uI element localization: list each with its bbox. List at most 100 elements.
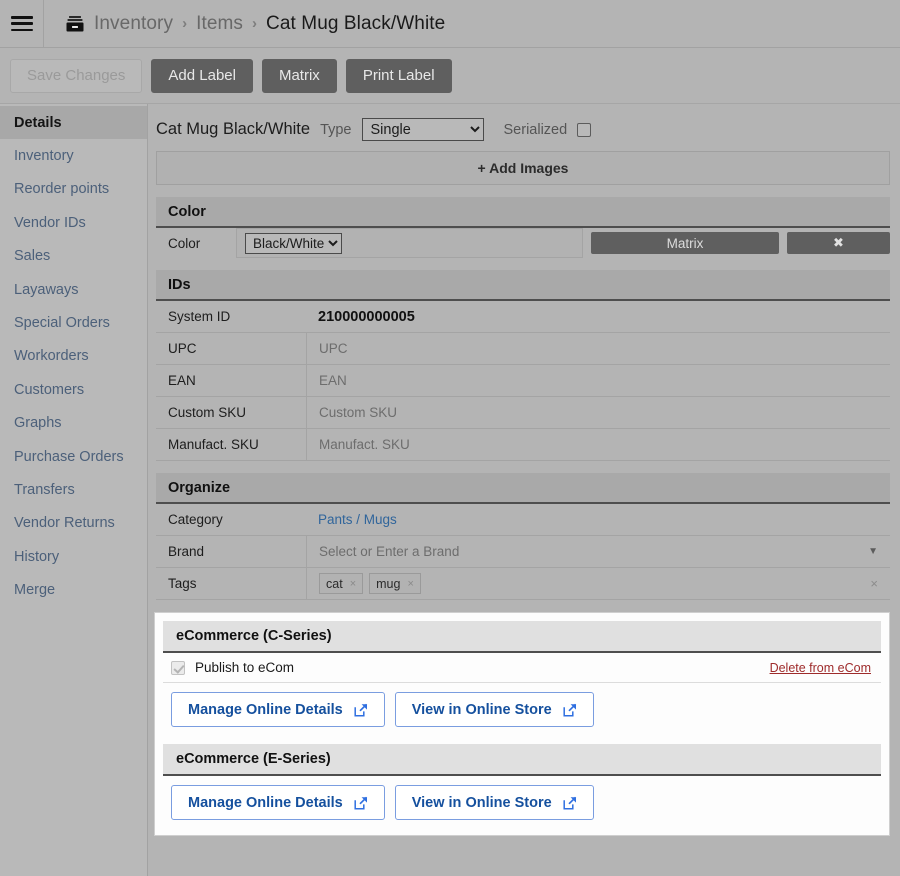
- publish-to-ecom-checkbox[interactable]: [171, 660, 185, 675]
- print-label-button[interactable]: Print Label: [345, 58, 452, 93]
- row-value-custom-sku[interactable]: Custom SKU: [306, 397, 890, 428]
- color-matrix-button[interactable]: Matrix: [591, 232, 779, 254]
- matrix-button[interactable]: Matrix: [261, 58, 337, 93]
- sidebar-item-customers[interactable]: Customers: [0, 373, 147, 406]
- breadcrumb-item-inventory[interactable]: Inventory: [94, 13, 173, 35]
- manage-online-details-button-c-series[interactable]: Manage Online Details: [171, 692, 385, 727]
- color-select[interactable]: Black/White: [245, 232, 342, 254]
- chevron-down-icon[interactable]: ▼: [868, 546, 878, 557]
- details-pane: Cat Mug Black/White Type Single Serializ…: [148, 104, 900, 876]
- ecommerce-card: eCommerce (C-Series) Publish to eCom Del…: [154, 612, 890, 836]
- row-label-brand: Brand: [168, 544, 205, 559]
- row-value-upc[interactable]: UPC: [306, 333, 890, 364]
- delete-from-ecom-link[interactable]: Delete from eCom: [770, 661, 871, 675]
- sidebar-item-vendor-returns[interactable]: Vendor Returns: [0, 507, 147, 540]
- system-id-value: 210000000005: [318, 308, 415, 325]
- publish-to-ecom-label: Publish to eCom: [195, 660, 295, 675]
- row-label-category: Category: [168, 512, 223, 527]
- color-row: Color Black/White Matrix ✖: [156, 228, 890, 258]
- serialized-label: Serialized: [503, 121, 568, 138]
- ean-placeholder: EAN: [319, 373, 347, 388]
- breadcrumb-item-current: Cat Mug Black/White: [266, 12, 446, 34]
- manage-online-details-label: Manage Online Details: [188, 701, 343, 718]
- table-row: Tags cat × mug × ×: [156, 568, 890, 600]
- hamburger-menu-icon: [10, 16, 33, 31]
- color-value-field: Black/White: [236, 228, 583, 258]
- external-link-icon: [563, 796, 576, 810]
- ecommerce-section-c-series: eCommerce (C-Series) Publish to eCom Del…: [163, 621, 881, 736]
- row-value-tags[interactable]: cat × mug × ×: [306, 568, 890, 599]
- color-panel-title: Color: [156, 197, 890, 228]
- content-area: Details Inventory Reorder points Vendor …: [0, 104, 900, 876]
- category-link[interactable]: Pants / Mugs: [318, 512, 397, 527]
- table-row: EAN EAN: [156, 365, 890, 397]
- manage-online-details-button-e-series[interactable]: Manage Online Details: [171, 785, 385, 820]
- row-label-system-id: System ID: [168, 309, 231, 324]
- table-row: Category Pants / Mugs: [156, 504, 890, 536]
- tag-remove-icon[interactable]: ×: [407, 578, 413, 590]
- sidebar-item-details[interactable]: Details: [0, 106, 147, 140]
- tag-label: mug: [376, 576, 401, 591]
- ecommerce-e-series-buttons: Manage Online Details View in Online Sto…: [163, 776, 881, 829]
- menu-toggle-button[interactable]: [0, 0, 44, 48]
- upc-placeholder: UPC: [319, 341, 348, 356]
- serialized-checkbox[interactable]: [577, 122, 592, 137]
- row-label-custom-sku: Custom SKU: [168, 405, 247, 420]
- custom-sku-placeholder: Custom SKU: [319, 405, 398, 420]
- ecommerce-section-e-series: eCommerce (E-Series) Manage Online Detai…: [163, 744, 881, 829]
- color-panel: Color Color Black/White Matrix ✖: [156, 197, 890, 258]
- breadcrumb: Inventory › Items › Cat Mug Black/White: [44, 13, 445, 35]
- page-title: Cat Mug Black/White: [156, 120, 311, 138]
- row-value-manufact-sku[interactable]: Manufact. SKU: [306, 429, 890, 460]
- breadcrumb-separator: ›: [182, 15, 188, 32]
- row-value-system-id: 210000000005: [306, 301, 890, 332]
- add-images-button[interactable]: + Add Images: [156, 151, 890, 185]
- sidebar-item-history[interactable]: History: [0, 540, 147, 573]
- row-value-category: Pants / Mugs: [306, 504, 890, 535]
- sidebar-item-workorders[interactable]: Workorders: [0, 340, 147, 373]
- row-value-brand[interactable]: Select or Enter a Brand ▼: [306, 536, 890, 567]
- sidebar-item-reorder-points[interactable]: Reorder points: [0, 173, 147, 206]
- tag-chip[interactable]: mug ×: [369, 573, 421, 594]
- sidebar-item-sales[interactable]: Sales: [0, 240, 147, 273]
- table-row: System ID 210000000005: [156, 301, 890, 333]
- row-value-ean[interactable]: EAN: [306, 365, 890, 396]
- app-window: Inventory › Items › Cat Mug Black/White …: [0, 0, 900, 876]
- sidebar-item-inventory[interactable]: Inventory: [0, 139, 147, 172]
- ids-panel: IDs System ID 210000000005 UPC UPC EAN E…: [156, 270, 890, 461]
- breadcrumb-item-items[interactable]: Items: [196, 13, 243, 35]
- breadcrumb-separator: ›: [252, 15, 258, 32]
- external-link-icon: [354, 703, 367, 717]
- type-select[interactable]: Single: [361, 118, 484, 141]
- view-in-online-store-label: View in Online Store: [411, 701, 552, 718]
- sidebar-item-layaways[interactable]: Layaways: [0, 273, 147, 306]
- view-in-online-store-button-e-series[interactable]: View in Online Store: [394, 785, 594, 820]
- sidebar-item-purchase-orders[interactable]: Purchase Orders: [0, 440, 147, 473]
- organize-panel-title: Organize: [156, 473, 890, 504]
- sidebar-item-transfers[interactable]: Transfers: [0, 473, 147, 506]
- ids-panel-title: IDs: [156, 270, 890, 301]
- sidebar-item-merge[interactable]: Merge: [0, 573, 147, 606]
- row-label-ean: EAN: [168, 373, 196, 388]
- table-row: Custom SKU Custom SKU: [156, 397, 890, 429]
- add-label-button[interactable]: Add Label: [151, 58, 253, 93]
- view-in-online-store-label: View in Online Store: [411, 794, 552, 811]
- sidebar-item-special-orders[interactable]: Special Orders: [0, 306, 147, 339]
- color-remove-button[interactable]: ✖: [787, 232, 890, 254]
- ecommerce-c-series-buttons: Manage Online Details View in Online Sto…: [163, 683, 881, 736]
- sidebar: Details Inventory Reorder points Vendor …: [0, 104, 148, 876]
- tags-clear-icon[interactable]: ×: [870, 576, 878, 591]
- tag-remove-icon[interactable]: ×: [350, 578, 356, 590]
- save-changes-button[interactable]: Save Changes: [10, 58, 143, 93]
- type-label: Type: [320, 121, 352, 138]
- tag-chip[interactable]: cat ×: [319, 573, 364, 594]
- ecommerce-e-series-title: eCommerce (E-Series): [163, 744, 881, 776]
- external-link-icon: [563, 703, 576, 717]
- sidebar-item-graphs[interactable]: Graphs: [0, 407, 147, 440]
- action-toolbar: Save Changes Add Label Matrix Print Labe…: [0, 48, 900, 104]
- manufact-sku-placeholder: Manufact. SKU: [319, 437, 410, 452]
- view-in-online-store-button-c-series[interactable]: View in Online Store: [394, 692, 594, 727]
- publish-to-ecom-row: Publish to eCom Delete from eCom: [163, 653, 881, 683]
- ecommerce-c-series-title: eCommerce (C-Series): [163, 621, 881, 653]
- sidebar-item-vendor-ids[interactable]: Vendor IDs: [0, 206, 147, 239]
